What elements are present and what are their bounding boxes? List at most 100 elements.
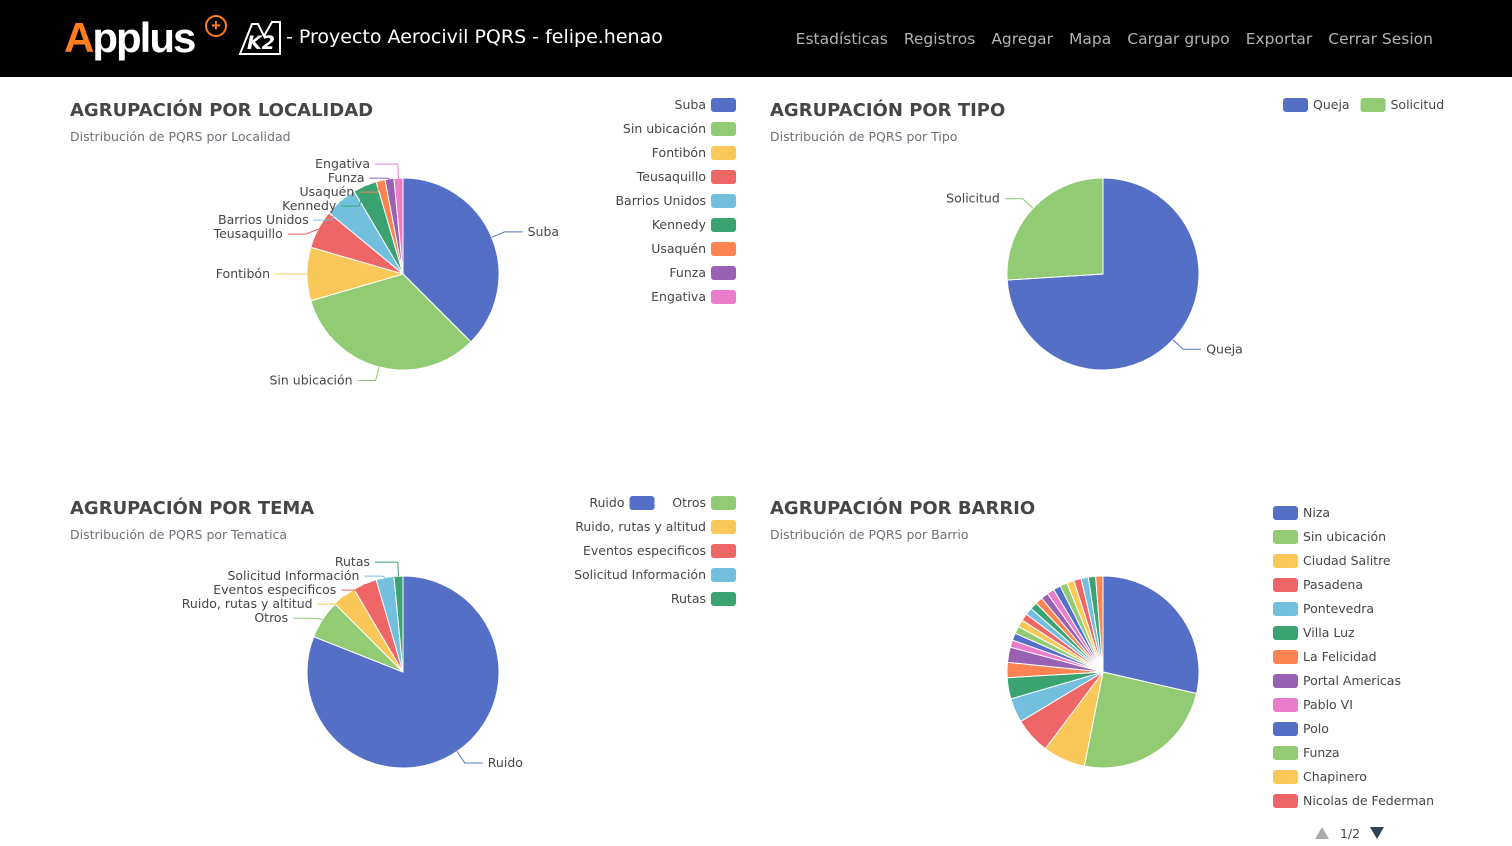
legend-swatch-pablo-vi[interactable] [1273, 698, 1298, 712]
legend-label-sin-ubicacion[interactable]: Sin ubicación [1303, 529, 1386, 544]
nav-link-mapa[interactable]: Mapa [1069, 28, 1111, 50]
legend-label-teusaquillo[interactable]: Teusaquillo [636, 169, 706, 184]
data-label-barrios-unidos: Barrios Unidos [218, 212, 309, 227]
logo-letter-a: A [64, 14, 94, 61]
pie-chart-barrio[interactable]: Niza Sin ubicación Ciudad Salitre Pasadena P… [756, 480, 1512, 846]
nav-link-exportar[interactable]: Exportar [1246, 28, 1313, 50]
legend-label-engativa[interactable]: Engativa [651, 289, 706, 304]
nav-link-registros[interactable]: Registros [904, 28, 976, 50]
legend-swatch-fontibon[interactable] [711, 146, 736, 160]
data-label-engativa: Engativa [315, 156, 370, 171]
label-line-solicitud [1004, 198, 1034, 209]
legend-swatch-suba[interactable] [711, 98, 736, 112]
legend-swatch-pontevedra[interactable] [1273, 602, 1298, 616]
pie-slice-solicitud[interactable] [1006, 177, 1104, 281]
label-line-rutas [375, 561, 399, 577]
legend-swatch-la-felicidad[interactable] [1273, 650, 1298, 664]
pie-chart-localidad[interactable]: SubaEngativaFunzaUsaquénKennedyBarrios U… [0, 80, 756, 460]
k2-logo: K2 [238, 21, 281, 55]
nav-link-cerrar-sesion[interactable]: Cerrar Sesion [1328, 28, 1433, 50]
pie-chart-tipo[interactable]: Queja Solicitud Queja Solicitud [756, 80, 1512, 460]
data-label-kennedy: Kennedy [282, 198, 337, 213]
legend-page-down-icon[interactable] [1370, 827, 1384, 839]
data-label-usaquen: Usaquén [300, 184, 355, 199]
legend-label-la-felicidad[interactable]: La Felicidad [1303, 649, 1377, 664]
legend-label-usaquen[interactable]: Usaquén [651, 241, 706, 256]
legend-swatch-ruido-rutas-y-altitud[interactable] [711, 520, 736, 534]
legend-swatch-ciudad-salitre[interactable] [1273, 554, 1298, 568]
legend-label-solicitud-informacion[interactable]: Solicitud Información [574, 567, 706, 582]
legend-label-kennedy[interactable]: Kennedy [652, 217, 707, 232]
legend-swatch-ruido[interactable] [629, 496, 655, 510]
legend-swatch-queja[interactable] [1283, 98, 1308, 112]
legend-label-niza[interactable]: Niza [1303, 505, 1330, 520]
legend-swatch-solicitud[interactable] [1360, 98, 1386, 112]
legend-swatch-otros[interactable] [711, 496, 736, 510]
legend-swatch-portal-americas[interactable] [1273, 674, 1298, 688]
legend-label-pasadena[interactable]: Pasadena [1303, 577, 1363, 592]
legend-label-nicolas-de-federman[interactable]: Nicolas de Federman [1303, 793, 1434, 808]
data-label-eventos-especificos: Eventos especificos [213, 582, 336, 597]
legend-swatch-sin-ubicacion[interactable] [1273, 530, 1298, 544]
nav-link-estadisticas[interactable]: Estadísticas [796, 28, 888, 50]
legend-swatch-eventos-especificos[interactable] [711, 544, 736, 558]
legend-label-barrios-unidos[interactable]: Barrios Unidos [615, 193, 706, 208]
label-line-funza [369, 177, 390, 180]
legend-swatch-niza[interactable] [1273, 506, 1298, 520]
legend-swatch-funza[interactable] [711, 266, 736, 280]
legend-label-suba[interactable]: Suba [675, 97, 706, 112]
legend-swatch-nicolas-de-federman[interactable] [1273, 794, 1298, 808]
legend-label-polo[interactable]: Polo [1303, 721, 1329, 736]
pie-chart-tema[interactable]: RuidoRutasSolicitud InformaciónEventos e… [0, 480, 756, 846]
legend-swatch-funza[interactable] [1273, 746, 1298, 760]
nav-link-cargar-grupo[interactable]: Cargar grupo [1127, 28, 1229, 50]
legend-label-pontevedra[interactable]: Pontevedra [1303, 601, 1374, 616]
legend-label-villa-luz[interactable]: Villa Luz [1303, 625, 1355, 640]
legend-label-fontibon[interactable]: Fontibón [652, 145, 706, 160]
legend-label-pablo-vi[interactable]: Pablo VI [1303, 697, 1353, 712]
legend-label-ruido-rutas-y-altitud[interactable]: Ruido, rutas y altitud [575, 519, 706, 534]
legend-swatch-rutas[interactable] [711, 592, 736, 606]
label-line-engativa [375, 163, 399, 179]
legend-swatch-sin-ubicacion[interactable] [711, 122, 736, 136]
data-label-otros: Otros [254, 610, 288, 625]
legend-swatch-solicitud-informacion[interactable] [711, 568, 736, 582]
legend-swatch-teusaquillo[interactable] [711, 170, 736, 184]
nav-link-agregar[interactable]: Agregar [991, 28, 1053, 50]
legend-label-chapinero[interactable]: Chapinero [1303, 769, 1367, 784]
data-label-ruido-rutas-y-altitud: Ruido, rutas y altitud [182, 596, 313, 611]
page-title: - Proyecto Aerocivil PQRS - felipe.henao [286, 26, 663, 48]
legend-swatch-kennedy[interactable] [711, 218, 736, 232]
legend-swatch-usaquen[interactable] [711, 242, 736, 256]
plus-circle-icon: + [205, 15, 227, 37]
data-label-solicitud: Solicitud [946, 191, 1000, 206]
legend-label-ciudad-salitre[interactable]: Ciudad Salitre [1303, 553, 1391, 568]
legend-swatch-engativa[interactable] [711, 290, 736, 304]
legend-label-rutas[interactable]: Rutas [671, 591, 706, 606]
label-line-solicitud-informacion [364, 575, 386, 579]
legend-label-portal-americas[interactable]: Portal Americas [1303, 673, 1401, 688]
legend-page-indicator: 1/2 [1340, 826, 1360, 841]
data-label-ruido: Ruido [488, 755, 523, 770]
legend-label-ruido[interactable]: Ruido [589, 495, 624, 510]
data-label-sin-ubicacion: Sin ubicación [270, 373, 353, 388]
legend-label-otros[interactable]: Otros [672, 495, 706, 510]
legend-label-funza[interactable]: Funza [669, 265, 706, 280]
legend-swatch-chapinero[interactable] [1273, 770, 1298, 784]
data-label-funza: Funza [328, 170, 365, 185]
label-line-sin-ubicacion [357, 366, 380, 381]
data-label-teusaquillo: Teusaquillo [213, 226, 283, 241]
legend-swatch-pasadena[interactable] [1273, 578, 1298, 592]
legend-label-sin-ubicacion[interactable]: Sin ubicación [623, 121, 706, 136]
legend-swatch-barrios-unidos[interactable] [711, 194, 736, 208]
navbar: Applus + K2 - Proyecto Aerocivil PQRS - … [0, 0, 1512, 77]
legend-label-queja[interactable]: Queja [1313, 97, 1350, 112]
legend-swatch-villa-luz[interactable] [1273, 626, 1298, 640]
legend-label-funza[interactable]: Funza [1303, 745, 1340, 760]
nav-menu: Estadísticas Registros Agregar Mapa Carg… [780, 28, 1433, 50]
legend-label-solicitud[interactable]: Solicitud [1391, 97, 1445, 112]
legend-swatch-polo[interactable] [1273, 722, 1298, 736]
legend-page-up-icon[interactable] [1315, 827, 1329, 839]
data-label-solicitud-informacion: Solicitud Información [227, 568, 359, 583]
legend-label-eventos-especificos[interactable]: Eventos especificos [583, 543, 706, 558]
